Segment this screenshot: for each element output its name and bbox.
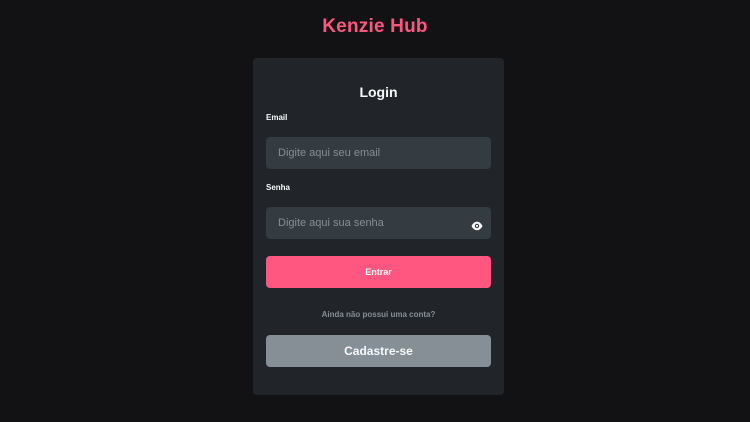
signup-prompt: Ainda não possui uma conta?: [321, 310, 436, 319]
password-input[interactable]: [267, 208, 490, 238]
email-label: Email: [266, 113, 288, 122]
eye-icon[interactable]: [471, 218, 483, 231]
email-field: [266, 137, 491, 169]
signup-button[interactable]: Cadastre-se: [266, 335, 491, 367]
password-label: Senha: [266, 183, 291, 192]
email-input[interactable]: [267, 138, 490, 168]
login-button[interactable]: Entrar: [266, 256, 491, 288]
login-card: Login Email Senha Entrar Ainda não possu…: [253, 58, 504, 395]
password-field: [266, 207, 491, 239]
login-title: Login: [359, 84, 398, 100]
brand-logo: Kenzie Hub: [322, 16, 428, 37]
